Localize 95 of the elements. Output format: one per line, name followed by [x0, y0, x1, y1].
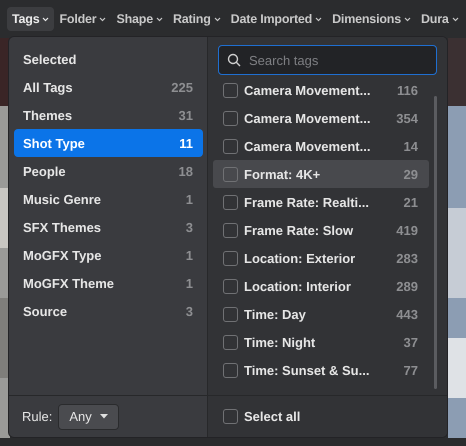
tag-group-item[interactable]: SFX Themes 3: [14, 213, 203, 241]
chevron-down-icon: [156, 16, 163, 22]
group-count: 18: [178, 164, 193, 178]
chevron-down-icon: [404, 16, 411, 22]
tag-label: Time: Sunset & Su...: [244, 362, 370, 378]
group-label: MoGFX Theme: [23, 276, 114, 290]
filter-menu-button[interactable]: Tags: [7, 7, 54, 31]
tag-count: 29: [404, 166, 418, 182]
checkbox[interactable]: [223, 166, 238, 182]
tag-count: 354: [396, 110, 418, 126]
caret-down-icon: [100, 414, 108, 419]
group-count: 1: [186, 192, 193, 206]
checkbox[interactable]: [223, 138, 238, 154]
tag-group-item[interactable]: Shot Type 11: [14, 129, 203, 157]
filter-menu-button[interactable]: Date Imported: [226, 7, 328, 31]
tag-label: Time: Day: [244, 306, 307, 322]
tag-group-item[interactable]: MoGFX Theme 1: [14, 269, 203, 297]
tag-count: 77: [404, 362, 418, 378]
tag-group-item[interactable]: People 18: [14, 157, 203, 185]
checkbox[interactable]: [223, 222, 238, 238]
checkbox[interactable]: [223, 110, 238, 126]
group-count: 31: [178, 108, 193, 122]
chevron-down-icon: [99, 16, 106, 22]
tag-row[interactable]: Camera Movement... 116: [213, 76, 429, 104]
group-count: 3: [186, 220, 193, 234]
tag-label: Frame Rate: Slow: [244, 222, 354, 238]
select-all-label: Select all: [244, 409, 300, 424]
group-label: MoGFX Type: [23, 248, 102, 262]
checkbox[interactable]: [223, 194, 238, 210]
tag-label: Location: Interior: [244, 278, 352, 294]
tag-count: 14: [404, 138, 418, 154]
group-label: SFX Themes: [23, 220, 102, 234]
chevron-down-icon: [315, 16, 322, 22]
group-label: Shot Type: [23, 136, 85, 150]
group-count: 3: [186, 304, 193, 318]
tag-row[interactable]: Frame Rate: Realti... 21: [213, 188, 429, 216]
group-count: 11: [179, 136, 193, 150]
filter-menu-button[interactable]: Dimensions: [327, 7, 416, 31]
tag-row[interactable]: Time: Sunset & Su... 77: [213, 356, 429, 384]
tag-row[interactable]: Frame Rate: Slow 419: [213, 216, 429, 244]
scrollbar[interactable]: [434, 96, 437, 389]
group-count: 225: [171, 80, 193, 94]
tag-row[interactable]: Time: Night 37: [213, 328, 429, 356]
group-label: Selected: [23, 52, 76, 66]
group-count: 1: [186, 248, 193, 262]
tag-label: Camera Movement...: [244, 138, 372, 154]
tag-count: 116: [397, 82, 418, 98]
group-count: 1: [186, 276, 193, 290]
filter-menu-button[interactable]: Folder: [54, 7, 112, 31]
group-label: All Tags: [23, 80, 73, 94]
checkbox[interactable]: [223, 82, 238, 98]
tag-row[interactable]: Camera Movement... 354: [213, 104, 429, 132]
tag-count: 443: [396, 306, 418, 322]
checkbox[interactable]: [223, 362, 238, 378]
group-label: Music Genre: [23, 192, 102, 206]
search-icon: [227, 53, 241, 67]
tag-group-item[interactable]: All Tags 225: [14, 73, 203, 101]
rule-label: Rule:: [22, 409, 52, 424]
tag-row[interactable]: Location: Exterior 283: [213, 244, 429, 272]
filter-menu-button[interactable]: Rating: [168, 7, 226, 31]
tag-count: 419: [396, 222, 418, 238]
tag-label: Time: Night: [244, 334, 316, 350]
checkbox[interactable]: [223, 334, 238, 350]
chevron-down-icon: [452, 16, 459, 22]
tag-count: 289: [396, 278, 418, 294]
tag-row[interactable]: Location: Interior 289: [213, 272, 429, 300]
tag-group-item[interactable]: MoGFX Type 1: [14, 241, 203, 269]
checkbox[interactable]: [223, 409, 238, 424]
tag-group-item[interactable]: Themes 31: [14, 101, 203, 129]
tag-label: Location: Exterior: [244, 250, 356, 266]
tag-label: Camera Movement...: [244, 82, 372, 98]
chevron-down-icon: [214, 16, 221, 22]
checkbox[interactable]: [223, 306, 238, 322]
checkbox[interactable]: [223, 278, 238, 294]
tag-group-item[interactable]: Source 3: [14, 297, 203, 325]
filter-menu-button[interactable]: Dura: [416, 7, 464, 31]
checkbox[interactable]: [223, 250, 238, 266]
group-label: People: [23, 164, 66, 178]
tag-label: Camera Movement...: [244, 110, 372, 126]
group-label: Source: [23, 304, 68, 318]
group-label: Themes: [23, 108, 72, 122]
tag-row[interactable]: Format: 4K+ 29: [213, 160, 429, 188]
tag-label: Format: 4K+: [244, 166, 322, 182]
tag-count: 21: [404, 194, 418, 210]
chevron-down-icon: [42, 16, 50, 22]
tag-group-item[interactable]: Music Genre 1: [14, 185, 203, 213]
filter-menu-button[interactable]: Shape: [111, 7, 168, 31]
tag-group-item[interactable]: Selected: [14, 45, 203, 73]
tag-row[interactable]: Time: Day 443: [213, 300, 429, 328]
rule-dropdown[interactable]: Any: [58, 404, 119, 430]
tag-row[interactable]: Camera Movement... 14: [213, 132, 429, 160]
tag-count: 37: [404, 334, 418, 350]
tag-label: Frame Rate: Realti...: [244, 194, 370, 210]
tag-count: 283: [396, 250, 418, 266]
search-field[interactable]: Search tags: [218, 45, 437, 75]
